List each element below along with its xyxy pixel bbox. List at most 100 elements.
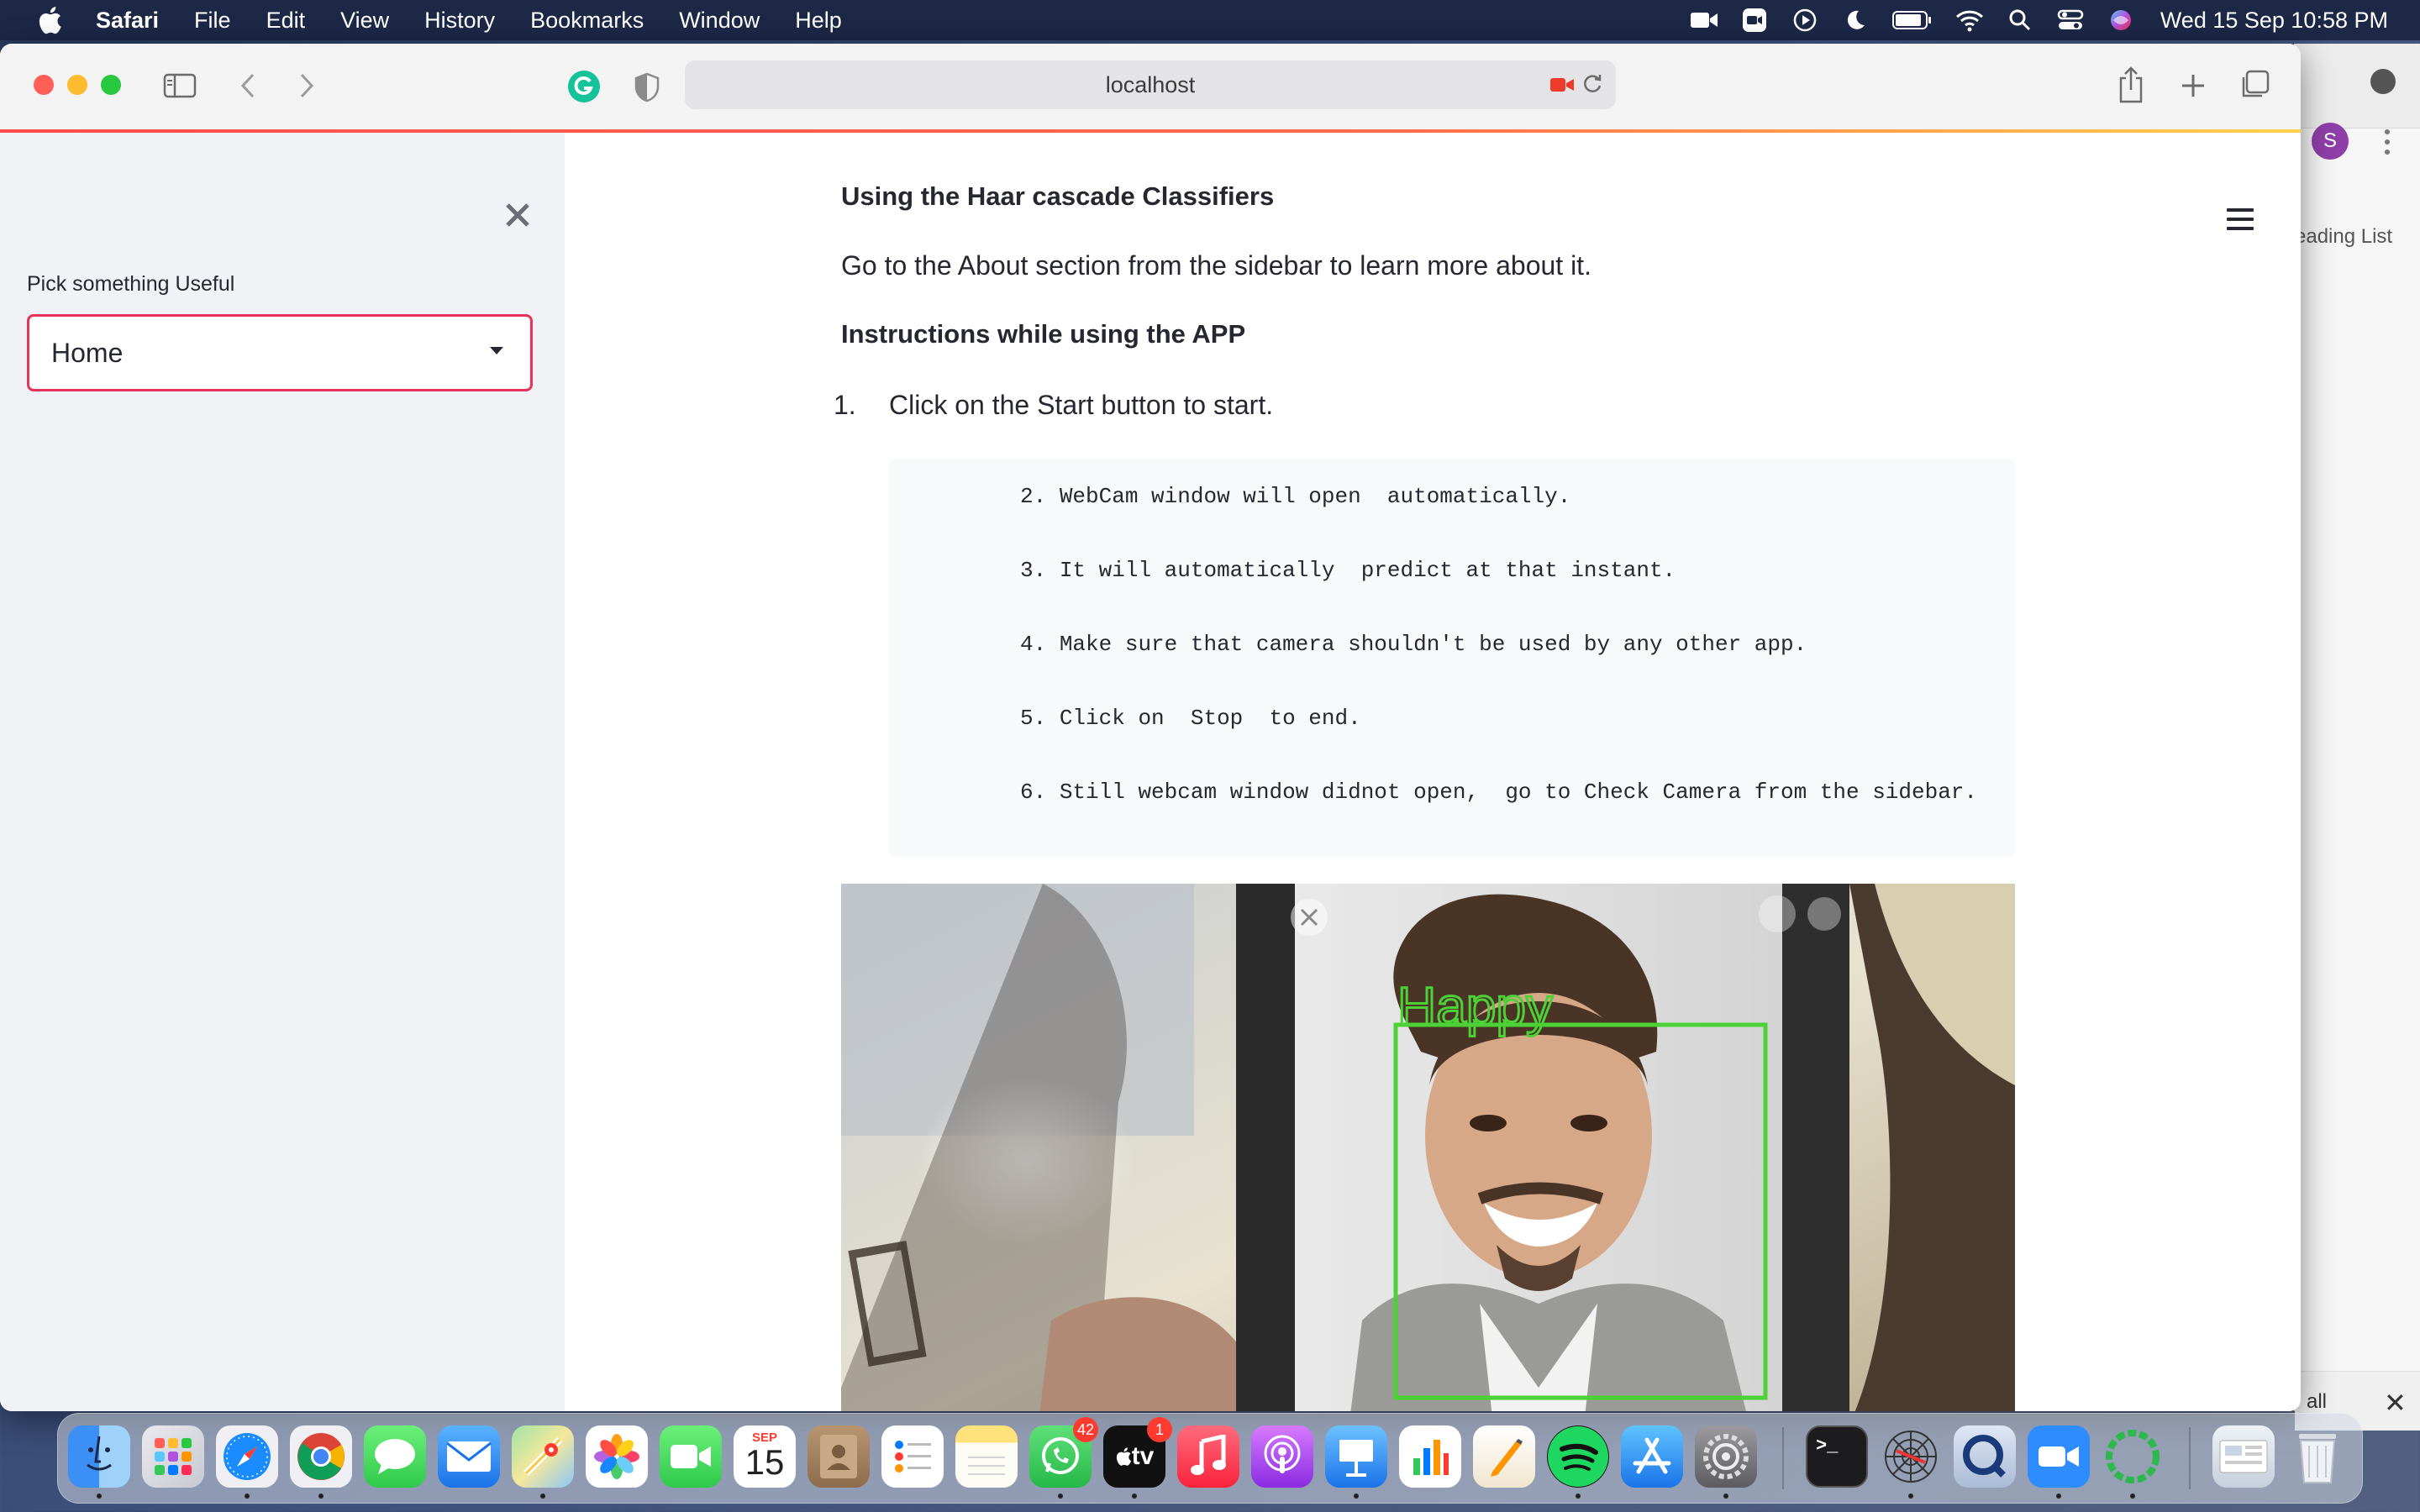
wifi-icon[interactable] [1955, 8, 1984, 33]
address-bar[interactable]: localhost [685, 60, 1616, 109]
dock-photos[interactable] [586, 1425, 648, 1488]
maps-icon [512, 1425, 574, 1488]
siri-icon[interactable] [2107, 8, 2135, 33]
avatar[interactable]: S [2312, 123, 2349, 160]
code-line: 2. WebCam window will open automatically… [889, 484, 1571, 509]
dock-calendar[interactable]: SEP 15 [734, 1425, 796, 1488]
dock-notes[interactable] [955, 1425, 1018, 1488]
dock-contacts[interactable] [808, 1425, 870, 1488]
dock-maps[interactable] [512, 1425, 574, 1488]
menu-help[interactable]: Help [795, 8, 842, 34]
close-icon[interactable]: ✕ [2384, 1387, 2407, 1419]
dock-keynote[interactable] [1325, 1425, 1387, 1488]
privacy-shield-icon[interactable] [632, 71, 662, 104]
forward-icon[interactable] [294, 69, 319, 102]
running-indicator [318, 1494, 324, 1499]
sidebar-toggle-icon[interactable] [161, 69, 198, 102]
background-window-toolbar [2295, 44, 2420, 129]
dock-spotify[interactable] [1547, 1425, 1609, 1488]
dock-apple-tv[interactable]: tv 1 [1103, 1417, 1172, 1488]
emotion-label: Happy [1397, 976, 1553, 1037]
menu-edit[interactable]: Edit [266, 8, 306, 34]
search-icon[interactable] [2006, 8, 2034, 33]
dock-music[interactable] [1177, 1425, 1239, 1488]
calendar-day: 15 [744, 1442, 785, 1482]
dock-activity-ring-app[interactable] [2102, 1425, 2164, 1488]
tab-overview-icon[interactable] [2237, 67, 2272, 102]
spider-web-icon [1880, 1425, 1942, 1488]
gear-icon [1695, 1425, 1757, 1488]
dock-zoom[interactable] [2028, 1425, 2090, 1488]
dock-messages[interactable] [364, 1425, 426, 1488]
dock-terminal[interactable]: >_ [1806, 1425, 1868, 1488]
apple-icon[interactable] [34, 4, 66, 36]
dock-podcasts[interactable] [1251, 1425, 1313, 1488]
dock-pages[interactable] [1473, 1425, 1535, 1488]
play-icon[interactable] [1791, 8, 1819, 33]
menu-bookmarks[interactable]: Bookmarks [530, 8, 644, 34]
safari-compass-icon [216, 1425, 278, 1488]
finder-icon [68, 1425, 130, 1488]
grammarly-icon[interactable] [566, 69, 602, 104]
camera-in-use-icon[interactable] [1550, 76, 1574, 94]
battery-icon[interactable] [1891, 8, 1933, 33]
hamburger-menu-icon[interactable] [2227, 208, 2254, 232]
facetime-icon[interactable] [1690, 8, 1718, 33]
dock-chrome[interactable] [290, 1425, 352, 1488]
more-options-icon[interactable] [2379, 128, 2396, 156]
dock-spider-app[interactable] [1880, 1425, 1942, 1488]
reload-icon[interactable] [1581, 72, 1604, 96]
menu-clock[interactable]: Wed 15 Sep 10:58 PM [2160, 8, 2388, 34]
chevron-down-icon[interactable] [490, 347, 503, 354]
dock-finder[interactable] [68, 1425, 130, 1488]
notification-badge: 1 [1147, 1417, 1172, 1442]
menu-history[interactable]: History [424, 8, 495, 34]
dock-reminders[interactable] [881, 1425, 944, 1488]
menu-file[interactable]: File [194, 8, 231, 34]
list-item-text: Click on the Start button to start. [889, 390, 1274, 420]
dock-facetime[interactable] [660, 1425, 722, 1488]
code-line: 5. Click on Stop to end. [889, 706, 1361, 731]
notes-icon [955, 1425, 1018, 1488]
running-indicator [97, 1494, 102, 1499]
address-url[interactable]: localhost [685, 60, 1616, 109]
notification-badge: 42 [1073, 1417, 1098, 1442]
folder-stack-icon [2212, 1425, 2275, 1488]
new-tab-icon[interactable] [2176, 69, 2210, 102]
dock-separator [2189, 1427, 2191, 1489]
menu-window[interactable]: Window [679, 8, 760, 34]
spotify-icon [1547, 1425, 1609, 1488]
page-select-value[interactable]: Home [51, 317, 123, 389]
sidebar-close-icon[interactable] [502, 200, 533, 230]
dock-launchpad[interactable] [142, 1425, 204, 1488]
view-all-link[interactable]: all [2307, 1390, 2327, 1414]
reading-list-label[interactable]: eading List [2295, 225, 2392, 249]
control-center-icon[interactable] [2056, 8, 2085, 33]
dock-numbers[interactable] [1399, 1425, 1461, 1488]
menu-view[interactable]: View [340, 8, 389, 34]
back-icon[interactable] [235, 69, 260, 102]
dock-trash[interactable] [2286, 1425, 2349, 1488]
chrome-icon [290, 1425, 352, 1488]
code-line: 4. Make sure that camera shouldn't be us… [889, 632, 1807, 657]
app-sidebar: Pick something Useful Home [0, 133, 565, 1411]
dock-downloads-stack[interactable] [2212, 1425, 2275, 1488]
window-minimize-button[interactable] [67, 75, 87, 95]
window-zoom-button[interactable] [101, 75, 121, 95]
zoom-icon[interactable] [1740, 8, 1769, 33]
dock-app-store[interactable] [1621, 1425, 1683, 1488]
code-line: 6. Still webcam window didnot open, go t… [889, 780, 1978, 805]
window-close-button[interactable] [34, 75, 54, 95]
menu-app-name[interactable]: Safari [96, 8, 159, 34]
moon-icon[interactable] [1841, 8, 1870, 33]
launchpad-icon [142, 1425, 204, 1488]
dock-mail[interactable] [438, 1425, 500, 1488]
dock-safari[interactable] [216, 1425, 278, 1488]
page-select[interactable]: Home [27, 314, 533, 391]
share-icon[interactable] [2114, 64, 2148, 106]
dock-quicktime[interactable] [1954, 1425, 2016, 1488]
dock-system-preferences[interactable] [1695, 1425, 1757, 1488]
main-content: Using the Haar cascade Classifiers Go to… [565, 133, 2301, 1411]
dock-whatsapp[interactable]: 42 [1029, 1417, 1098, 1488]
chevron-down-icon[interactable] [2370, 69, 2396, 94]
